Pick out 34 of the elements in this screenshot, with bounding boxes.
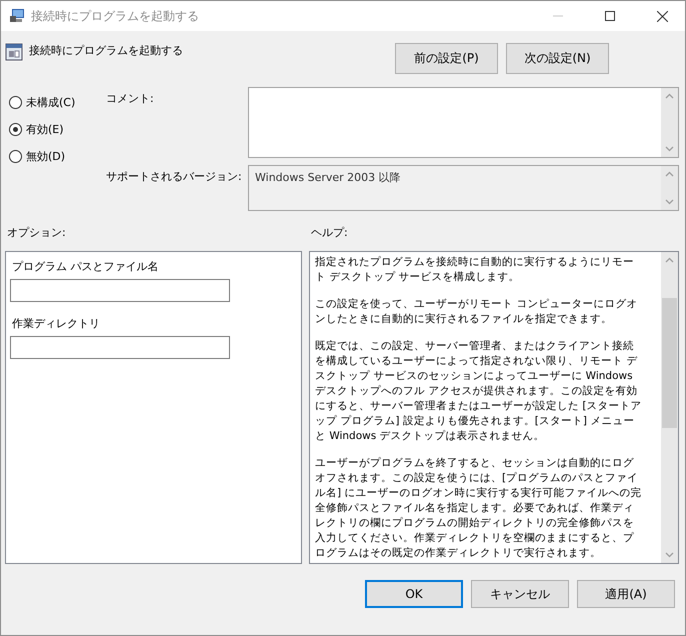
- scrollbar[interactable]: [661, 166, 678, 210]
- options-title: オプション:: [6, 225, 67, 241]
- maximize-icon: [605, 11, 615, 21]
- help-paragraph: ユーザーがプログラムを終了すると、セッションは自動的にログオフされます。この設定を使うには、[プログラムのパスとファイル名] にユーザーのログオン時に実行する実行可能ファイルへの完全修飾パスとファイル名を指定します。必要であれば、作業ディレクトリの欄にプログラムの開始ディレクトリの完全修飾パスを入力してください。作業ディレクトリを空欄のままにすると、プログラムはその既定の作業ディレクトリで実行されます。: [315, 456, 642, 561]
- nav-button[interactable]: 次の設定(N): [506, 43, 609, 74]
- radio-label: 未構成(C): [26, 95, 76, 110]
- version-label: サポートされるバージョン:: [106, 169, 243, 185]
- scrollbar[interactable]: [661, 88, 678, 157]
- policy-icon: [5, 43, 23, 61]
- dialog-button[interactable]: キャンセル: [471, 580, 569, 608]
- help-paragraph: 既定では、この設定、サーバー管理者、またはクライアント接続を構成しているユーザーによって指定されない限り、リモート デスクトップ サービスのセッションによってユーザーに Windows デスクトップへのフル アクセスが提供されます。この設定を有効にすると、サーバー管理者またはユーザーが設定した [スタートアップ プログラム] 設定よりも優先されます。[スタート] メニューと Windows デスクトップは表示されません。: [315, 339, 642, 444]
- nav-button[interactable]: 前の設定(P): [395, 43, 498, 74]
- version-text: Windows Server 2003 以降: [254, 170, 402, 186]
- help-paragraph: この設定を使って、ユーザーがリモート コンピューターにログオンしたときに自動的に実行されるファイルを指定できます。: [315, 297, 638, 327]
- field-label: プログラム パスとファイル名: [12, 259, 160, 274]
- dialog-button[interactable]: 適用(A): [577, 580, 675, 608]
- help-title: ヘルプ:: [310, 225, 349, 241]
- help-paragraph: 指定されたプログラムを接続時に自動的に実行するようにリモート デスクトップ サービスを構成します。: [315, 255, 635, 285]
- policy-heading: 接続時にプログラムを起動する: [29, 43, 184, 58]
- close-icon: [656, 10, 668, 22]
- radio-button[interactable]: [9, 123, 22, 136]
- field-label: 作業ディレクトリ: [12, 316, 101, 331]
- comment-label: コメント:: [106, 91, 155, 107]
- input-field[interactable]: [10, 336, 230, 359]
- window-title: 接続時にプログラムを起動する: [31, 8, 200, 24]
- dialog-button[interactable]: OK: [365, 580, 463, 608]
- radio-label: 有効(E): [26, 122, 64, 137]
- radio-label: 無効(D): [26, 149, 66, 164]
- input-field[interactable]: [10, 279, 230, 302]
- computer-icon: [9, 8, 25, 24]
- scrollbar[interactable]: [661, 252, 678, 563]
- radio-button[interactable]: [9, 150, 22, 163]
- comment-field[interactable]: [248, 87, 679, 158]
- radio-button[interactable]: [9, 96, 22, 109]
